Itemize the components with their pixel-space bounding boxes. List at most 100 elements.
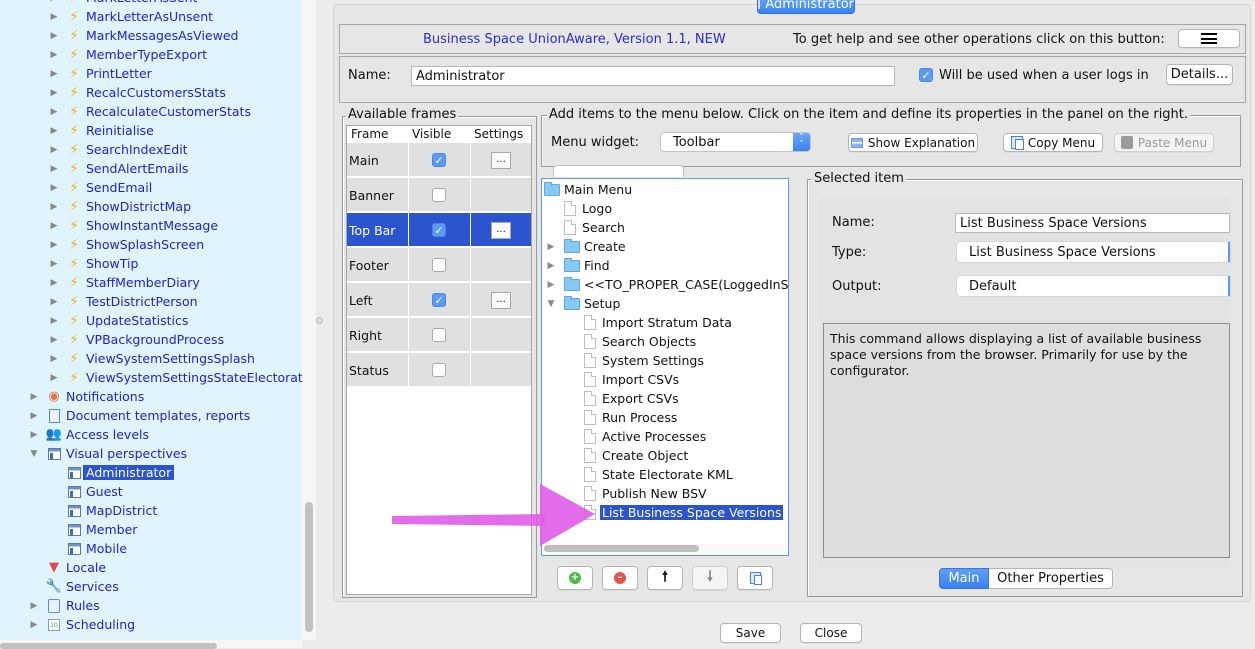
collapsed-arrow-icon[interactable]: ▶: [48, 88, 60, 98]
tree-item[interactable]: ▼ Locale: [28, 558, 106, 577]
tree-item[interactable]: Member: [66, 520, 137, 539]
collapsed-arrow-icon[interactable]: ▶: [48, 145, 60, 155]
collapsed-arrow-icon[interactable]: ▶: [48, 31, 60, 41]
tree-item[interactable]: Administrator: [66, 463, 175, 482]
tree-item[interactable]: ▶ ⚡ MarkLetterAsUnsent: [48, 7, 214, 26]
collapsed-arrow-icon[interactable]: ▶: [28, 392, 40, 402]
menu-tree-item[interactable]: Logo: [564, 199, 612, 218]
collapsed-arrow-icon[interactable]: ▶: [48, 0, 60, 3]
splitter-handle[interactable]: [316, 317, 323, 324]
frame-visible-checkbox[interactable]: [432, 258, 446, 272]
tab-administrator[interactable]: Administrator: [757, 0, 855, 14]
menu-tree-item[interactable]: ▶ Find: [546, 256, 610, 275]
collapsed-arrow-icon[interactable]: ▶: [48, 316, 60, 326]
menu-tree-item[interactable]: Create Object: [584, 446, 688, 465]
tree-item[interactable]: ▶ ⚡ SendAlertEmails: [48, 159, 189, 178]
tree-item[interactable]: ▶ ⚡ MarkLetterAsSent: [48, 0, 198, 7]
column-header-frame[interactable]: Frame: [351, 126, 388, 142]
collapsed-arrow-icon[interactable]: ▶: [48, 107, 60, 117]
menu-widget-select[interactable]: Toolbar ˄ ˅: [660, 132, 811, 152]
add-item-button[interactable]: +: [557, 566, 593, 590]
duplicate-item-button[interactable]: [737, 566, 773, 590]
collapsed-arrow-icon[interactable]: ▶: [48, 297, 60, 307]
tab-main[interactable]: Main: [939, 568, 989, 589]
collapsed-arrow-icon[interactable]: ▶: [28, 430, 40, 440]
collapsed-arrow-icon[interactable]: ▶: [48, 278, 60, 288]
tree-item[interactable]: ▶ Document templates, reports: [28, 406, 251, 425]
tree-item[interactable]: ▶ ⚡ TestDistrictPerson: [48, 292, 198, 311]
menu-tree-item[interactable]: Search Objects: [584, 332, 696, 351]
collapsed-arrow-icon[interactable]: ▶: [48, 12, 60, 22]
left-vertical-scroll-thumb[interactable]: [305, 502, 313, 632]
frame-settings-button[interactable]: ...: [491, 222, 511, 239]
tree-item[interactable]: ▶ ⚡ ViewSystemSettingsSplash: [48, 349, 255, 368]
frame-settings-button[interactable]: ...: [491, 152, 511, 169]
tree-item[interactable]: ▼ Visual perspectives: [28, 444, 188, 463]
menu-tree-item[interactable]: Export CSVs: [584, 389, 679, 408]
tree-item[interactable]: ▶ 10 Scheduling: [28, 615, 136, 634]
close-button[interactable]: Close: [800, 623, 862, 643]
collapsed-arrow-icon[interactable]: ▶: [546, 242, 556, 252]
collapsed-arrow-icon[interactable]: ▶: [48, 183, 60, 193]
item-name-input[interactable]: List Business Space Versions: [955, 213, 1230, 233]
menu-tree-item[interactable]: Active Processes: [584, 427, 706, 446]
collapsed-arrow-icon[interactable]: ▶: [48, 373, 60, 383]
tree-item[interactable]: ▶ ⚡ PrintLetter: [48, 64, 152, 83]
menu-tree-item[interactable]: Publish New BSV: [584, 484, 707, 503]
collapsed-arrow-icon[interactable]: ▶: [48, 335, 60, 345]
menu-tree-item[interactable]: Import Stratum Data: [584, 313, 732, 332]
collapsed-arrow-icon[interactable]: ▶: [48, 126, 60, 136]
tree-item[interactable]: ▶ ⚡ MemberTypeExport: [48, 45, 208, 64]
collapsed-arrow-icon[interactable]: ▶: [546, 261, 556, 271]
move-down-button[interactable]: 🠗: [692, 566, 728, 590]
frame-visible-checkbox[interactable]: [432, 363, 446, 377]
expanded-arrow-icon[interactable]: ▼: [546, 299, 556, 309]
collapsed-arrow-icon[interactable]: ▶: [28, 620, 40, 630]
collapsed-arrow-icon[interactable]: ▶: [48, 354, 60, 364]
tree-item[interactable]: ▶ ⚡ ShowInstantMessage: [48, 216, 219, 235]
help-menu-button[interactable]: [1178, 29, 1240, 48]
menu-tree-item[interactable]: Run Process: [584, 408, 677, 427]
tree-item[interactable]: ▶ ⚡ ViewSystemSettingsStateElectorateKML: [48, 368, 302, 387]
collapsed-arrow-icon[interactable]: ▶: [48, 259, 60, 269]
menu-tree-item[interactable]: ▶ <<TO_PROPER_CASE(LoggedInSystemUser)>>: [546, 275, 788, 294]
collapsed-arrow-icon[interactable]: ▶: [28, 411, 40, 421]
tree-item[interactable]: ▶ ⚡ VPBackgroundProcess: [48, 330, 225, 349]
tree-item[interactable]: ▶ ⚡ SearchIndexEdit: [48, 140, 188, 159]
menu-tree-item[interactable]: Main Menu: [544, 180, 632, 199]
frame-visible-checkbox[interactable]: [432, 328, 446, 342]
tree-item[interactable]: ▶ 👥 Access levels: [28, 425, 149, 444]
menu-tree-item[interactable]: ▶ Create: [546, 237, 626, 256]
tree-item[interactable]: Guest: [66, 482, 123, 501]
menu-tree-item[interactable]: System Settings: [584, 351, 704, 370]
tree-item[interactable]: ▶ Rules: [28, 596, 100, 615]
details-button[interactable]: Details...: [1166, 64, 1233, 85]
item-type-select[interactable]: List Business Space Versions: [957, 242, 1230, 262]
tree-item[interactable]: ▶ ⚡ StaffMemberDiary: [48, 273, 200, 292]
remove-item-button[interactable]: –: [602, 566, 638, 590]
tree-item[interactable]: MapDistrict: [66, 501, 157, 520]
frame-visible-checkbox[interactable]: ✓: [432, 293, 446, 307]
menu-tree-hscroll-thumb[interactable]: [544, 545, 699, 552]
collapsed-arrow-icon[interactable]: ▶: [48, 69, 60, 79]
menu-tree-item[interactable]: Import CSVs: [584, 370, 679, 389]
tree-item[interactable]: ▶ ⚡ RecalcCustomersStats: [48, 83, 226, 102]
tree-item[interactable]: ▶ ⚡ ShowSplashScreen: [48, 235, 205, 254]
tree-item[interactable]: ▶ ⚡ Reinitialise: [48, 121, 154, 140]
menu-tree-item[interactable]: Search: [564, 218, 625, 237]
tree-item[interactable]: ▶ ⚡ RecalculateCustomerStats: [48, 102, 251, 121]
tree-item[interactable]: 🔧 Services: [28, 577, 119, 596]
tree-item[interactable]: ▶ ⚡ ShowDistrictMap: [48, 197, 191, 216]
frame-visible-checkbox[interactable]: ✓: [432, 223, 446, 237]
column-header-settings[interactable]: Settings: [474, 126, 523, 142]
collapsed-arrow-icon[interactable]: ▶: [48, 240, 60, 250]
tree-item[interactable]: ▶ ◉ Notifications: [28, 387, 145, 406]
menu-tree-item[interactable]: List Business Space Versions: [584, 503, 784, 522]
collapsed-arrow-icon[interactable]: ▶: [48, 202, 60, 212]
move-up-button[interactable]: 🠕: [647, 566, 683, 590]
item-output-select[interactable]: Default: [957, 276, 1230, 296]
frame-visible-checkbox[interactable]: ✓: [432, 153, 446, 167]
tree-item[interactable]: ▶ ⚡ UpdateStatistics: [48, 311, 189, 330]
save-button[interactable]: Save: [720, 623, 781, 643]
column-header-visible[interactable]: Visible: [412, 126, 451, 142]
